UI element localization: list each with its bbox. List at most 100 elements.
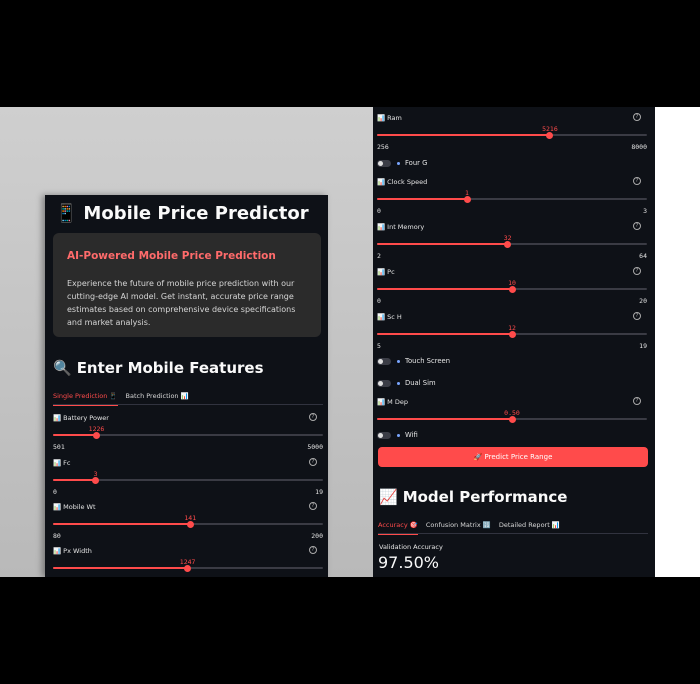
slider-track[interactable] bbox=[377, 415, 647, 423]
slider-track[interactable] bbox=[53, 564, 323, 572]
tab-batch-prediction[interactable]: Batch Prediction 📊 bbox=[126, 390, 189, 404]
slider-label: 📊 Pc bbox=[377, 268, 395, 276]
slider-px-width[interactable]: 📊 Px Width?12475001998 bbox=[53, 546, 323, 577]
question-circle-icon[interactable]: ? bbox=[633, 312, 641, 320]
section-title-performance: 📈 Model Performance bbox=[379, 488, 567, 506]
page-title-text: Mobile Price Predictor bbox=[83, 203, 309, 224]
slider-min: 80 bbox=[53, 532, 61, 540]
slider-track[interactable] bbox=[53, 431, 323, 439]
metric-value: 97.50% bbox=[378, 553, 440, 572]
slider-fill bbox=[53, 567, 188, 569]
slider-label: 📊 Sc H bbox=[377, 313, 402, 321]
slider-thumb[interactable] bbox=[508, 330, 516, 338]
slider-min: 500 bbox=[53, 576, 65, 577]
question-circle-icon[interactable]: ? bbox=[633, 113, 641, 121]
toggle-label: Touch Screen bbox=[405, 357, 451, 365]
slider-thumb[interactable] bbox=[504, 240, 512, 248]
question-circle-icon[interactable]: ? bbox=[309, 546, 317, 554]
slider-label: 📊 Clock Speed bbox=[377, 178, 428, 186]
question-circle-icon[interactable]: ? bbox=[309, 502, 317, 510]
slider-int-memory[interactable]: 📊 Int Memory? 32 2 64 bbox=[377, 222, 647, 267]
question-circle-icon[interactable]: ? bbox=[633, 177, 641, 185]
slider-fc[interactable]: 📊 Fc? 3 0 19 bbox=[53, 458, 323, 503]
bullet-dot-icon bbox=[397, 359, 400, 363]
predict-price-button[interactable]: 🚀 Predict Price Range bbox=[378, 447, 648, 467]
slider-track[interactable] bbox=[53, 520, 323, 528]
question-circle-icon[interactable]: ? bbox=[633, 267, 641, 275]
slider-max: 19 bbox=[315, 488, 323, 496]
slider-sc-h[interactable]: 📊 Sc H? 12 5 19 bbox=[377, 312, 647, 357]
slider-max: 200 bbox=[311, 532, 323, 540]
chart-increasing-icon: 📈 bbox=[379, 488, 398, 506]
toggle-touch-screen[interactable]: Touch Screen bbox=[377, 355, 450, 367]
slider-min: 0 bbox=[53, 488, 57, 496]
slider-thumb[interactable] bbox=[184, 564, 192, 572]
question-circle-icon[interactable]: ? bbox=[633, 222, 641, 230]
switch-icon[interactable] bbox=[377, 159, 391, 167]
question-circle-icon[interactable]: ? bbox=[309, 413, 317, 421]
slider-thumb[interactable] bbox=[93, 431, 100, 439]
background-white bbox=[655, 107, 700, 577]
toggle-label: Dual Sim bbox=[405, 379, 436, 387]
magnifier-icon: 🔍 bbox=[53, 359, 72, 377]
slider-track[interactable] bbox=[377, 131, 647, 139]
slider-track[interactable] bbox=[377, 240, 647, 248]
slider-track[interactable] bbox=[53, 476, 323, 484]
slider-label: 📊 Int Memory bbox=[377, 223, 425, 231]
slider-label: 📊 Px Width bbox=[53, 547, 92, 555]
slider-fill bbox=[53, 479, 96, 481]
slider-max: 8000 bbox=[631, 143, 647, 151]
switch-icon[interactable] bbox=[377, 431, 391, 439]
slider-fill bbox=[377, 198, 467, 200]
slider-clock-speed[interactable]: 📊 Clock Speed? 1 0 3 bbox=[377, 177, 647, 222]
slider-max: 20 bbox=[639, 297, 647, 305]
slider-fill bbox=[377, 288, 512, 290]
question-circle-icon[interactable]: ? bbox=[633, 397, 641, 405]
slider-fill bbox=[53, 523, 191, 525]
slider-fill bbox=[377, 333, 512, 335]
switch-icon[interactable] bbox=[377, 357, 391, 365]
slider-pc[interactable]: 📊 Pc? 10 0 20 bbox=[377, 267, 647, 312]
metric-label: Validation Accuracy bbox=[379, 543, 443, 551]
toggle-wifi[interactable]: Wifi bbox=[377, 429, 418, 441]
slider-max: 5000 bbox=[307, 443, 323, 451]
mobile-phone-icon: 📱 bbox=[55, 203, 78, 224]
tab-detailed-report[interactable]: Detailed Report 📊 bbox=[499, 519, 560, 533]
slider-min: 501 bbox=[53, 443, 65, 451]
switch-icon[interactable] bbox=[377, 379, 391, 387]
tab-divider bbox=[53, 404, 323, 405]
perf-tab-divider bbox=[378, 533, 648, 534]
question-circle-icon[interactable]: ? bbox=[309, 458, 317, 466]
page-title: 📱 Mobile Price Predictor bbox=[55, 203, 309, 224]
slider-battery-power[interactable]: 📊 Battery Power? 1226 501 5000 bbox=[53, 413, 323, 458]
toggle-dual-sim[interactable]: Dual Sim bbox=[377, 377, 436, 389]
slider-track[interactable] bbox=[377, 195, 647, 203]
slider-track[interactable] bbox=[377, 285, 647, 293]
slider-max: 3 bbox=[643, 207, 647, 215]
tab-confusion-matrix[interactable]: Confusion Matrix 🔢 bbox=[426, 519, 491, 533]
slider-fill bbox=[377, 134, 550, 136]
slider-label: 📊 M Dep bbox=[377, 398, 408, 406]
slider-fill bbox=[377, 243, 508, 245]
slider-thumb[interactable] bbox=[546, 131, 554, 139]
slider-thumb[interactable] bbox=[463, 195, 471, 203]
slider-min: 5 bbox=[377, 342, 381, 350]
slider-min: 2 bbox=[377, 252, 381, 260]
slider-ram[interactable]: 📊 Ram? 5216 256 8000 bbox=[377, 113, 647, 158]
bullet-dot-icon bbox=[397, 381, 400, 385]
toggle-four-g[interactable]: Four G bbox=[377, 157, 427, 169]
hero-description: Experience the future of mobile price pr… bbox=[67, 279, 296, 327]
slider-thumb[interactable] bbox=[186, 520, 194, 528]
toggle-label: Wifi bbox=[405, 431, 418, 439]
hero-heading: AI-Powered Mobile Price Prediction bbox=[67, 250, 276, 262]
slider-thumb[interactable] bbox=[508, 285, 516, 293]
slider-label: 📊 Mobile Wt bbox=[53, 503, 96, 511]
slider-thumb[interactable] bbox=[508, 415, 516, 423]
slider-track[interactable] bbox=[377, 330, 647, 338]
right-app-panel: 📊 Ram? 5216 256 8000 Four G 📊 Clock Speed? 1 0 3… bbox=[373, 107, 655, 577]
performance-title-text: Model Performance bbox=[402, 488, 568, 506]
slider-min: 256 bbox=[377, 143, 389, 151]
slider-label: 📊 Ram bbox=[377, 114, 402, 122]
slider-thumb[interactable] bbox=[92, 476, 100, 484]
slider-mobile-wt[interactable]: 📊 Mobile Wt? 141 80 200 bbox=[53, 502, 323, 547]
